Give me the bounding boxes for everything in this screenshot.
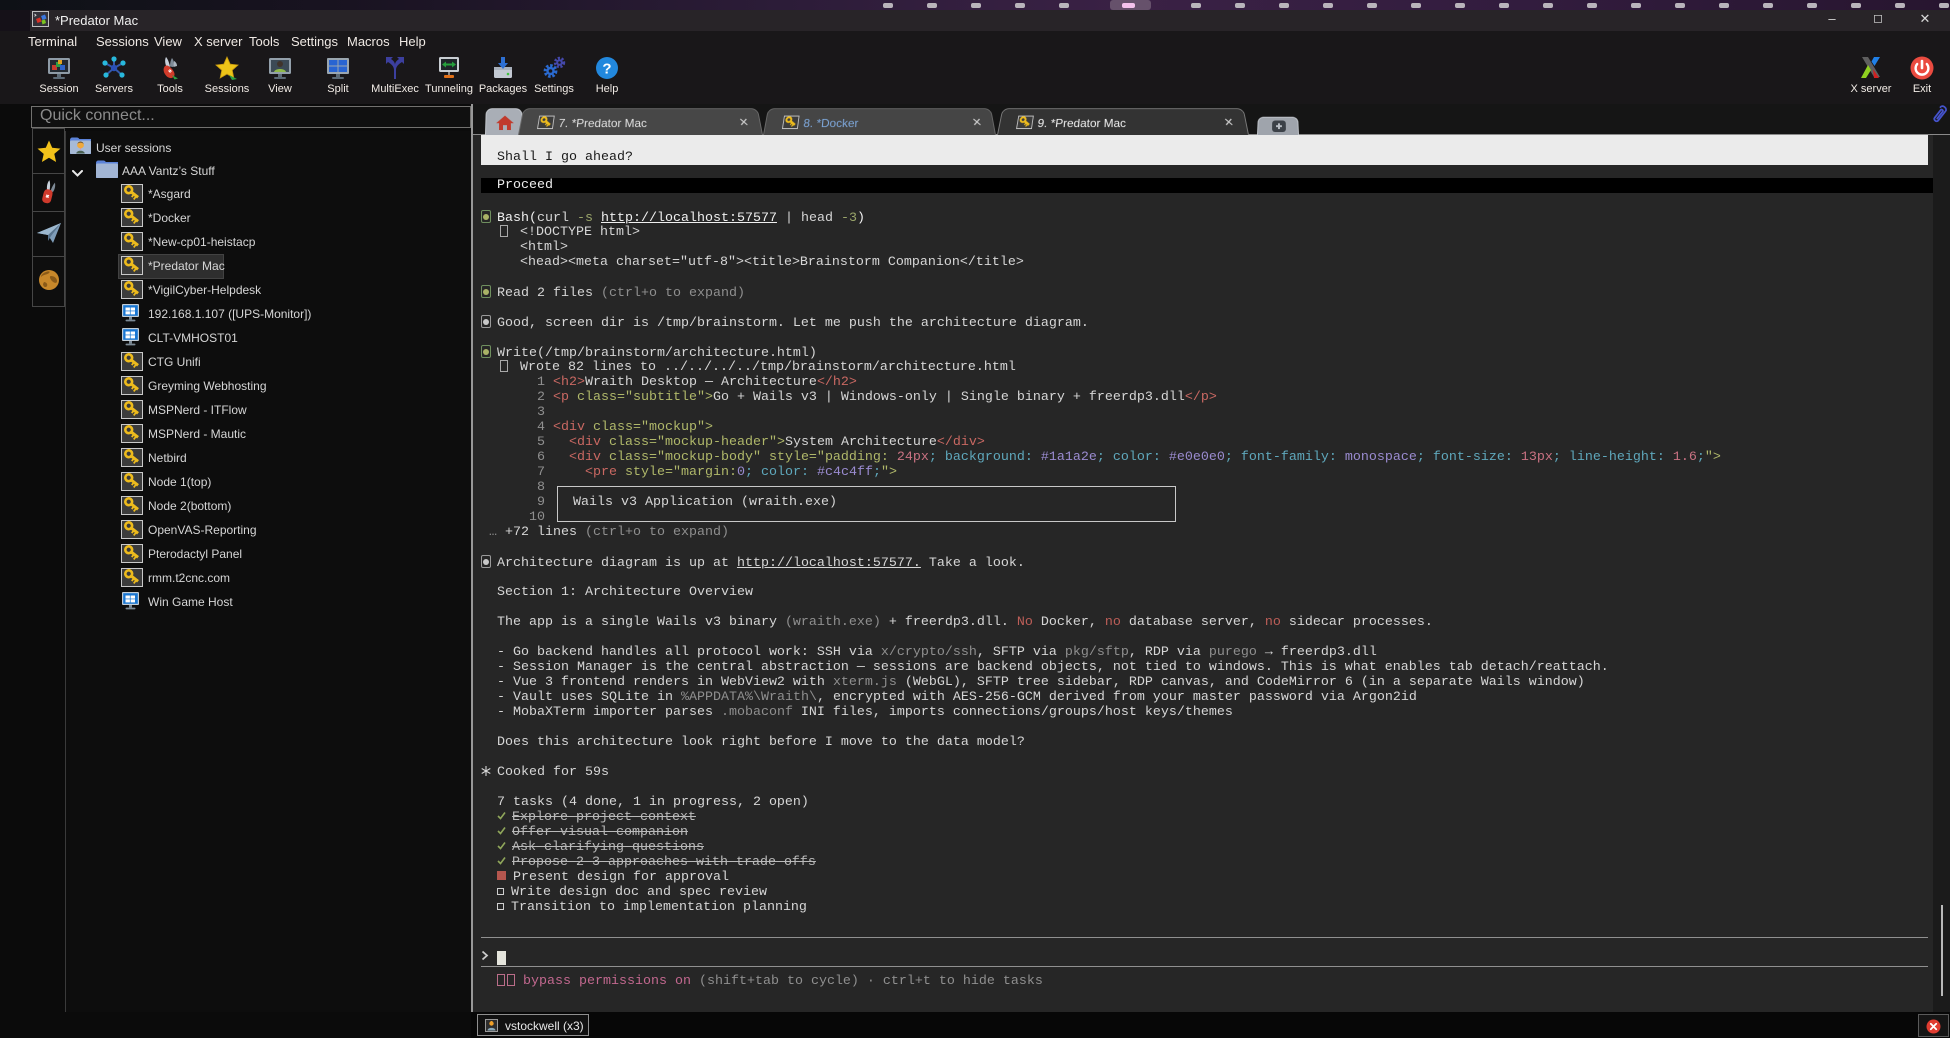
- svg-text:?: ?: [602, 61, 611, 78]
